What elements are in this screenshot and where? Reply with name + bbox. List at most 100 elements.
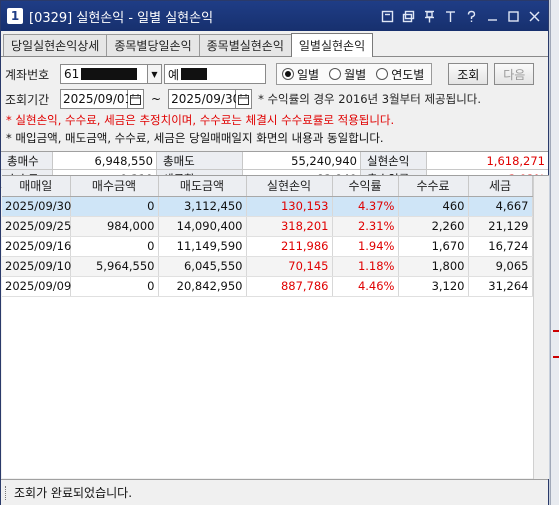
cell-sell-amount: 20,842,950 (158, 276, 247, 297)
tab-daily-realized[interactable]: 일별실현손익 (290, 33, 374, 57)
cell-buy-amount: 984,000 (70, 216, 159, 237)
cell-buy-amount: 0 (70, 236, 159, 257)
summary-row: 총매수 6,948,550 총매도 55,240,940 실현손익 1,618,… (1, 152, 548, 170)
account-row: 계좌번호 61 ▼ 예 일별 월별 연도별 조회 다음 (1, 61, 548, 87)
estimate-warning: * 실현손익, 수수료, 세금은 추정치이며, 수수료는 체결시 수수료률로 적… (6, 113, 395, 127)
total-buy-label: 총매수 (1, 152, 53, 169)
cell-fee: 2,260 (398, 216, 469, 237)
total-sell-label: 총매도 (157, 152, 243, 169)
end-calendar-icon[interactable] (236, 89, 253, 109)
realized-profit-value: 1,618,271 (427, 152, 548, 169)
account-number-value: 61 (64, 67, 80, 81)
header-trade-date[interactable]: 매매일 (2, 176, 71, 197)
period-row: 조회기간 2025/09/01 ~ 2025/09/30 * 수익률의 경우 2… (1, 87, 548, 111)
query-button[interactable]: 조회 (448, 63, 489, 85)
total-sell-value: 55,240,940 (243, 152, 361, 169)
window-title: [0329] 실현손익 - 일별 실현손익 (29, 10, 214, 26)
cell-fee: 1,670 (398, 236, 469, 257)
header-return-rate[interactable]: 수익률 (332, 176, 399, 197)
next-button[interactable]: 다음 (494, 63, 535, 85)
pin-icon[interactable] (421, 8, 437, 24)
cell-tax: 31,264 (468, 276, 533, 297)
background-window-edge (550, 0, 559, 505)
cell-trade-date: 2025/09/09 (2, 276, 71, 297)
table-row[interactable]: 2025/09/16 0 11,149,590 211,986 1.94% 1,… (2, 236, 533, 257)
cell-sell-amount: 3,112,450 (158, 196, 247, 217)
cell-tax: 21,129 (468, 216, 533, 237)
cell-return-rate: 4.37% (332, 196, 399, 217)
cell-realized-profit: 318,201 (246, 216, 333, 237)
redacted-name-mark (181, 68, 208, 80)
title-bar[interactable]: 1 [0329] 실현손익 - 일별 실현손익 (1, 1, 548, 31)
cell-fee: 3,120 (398, 276, 469, 297)
radio-daily-label: 일별 (297, 67, 320, 82)
source-note: * 매입금액, 매도금액, 수수료, 세금은 당일매매일지 화면의 내용과 동일… (6, 131, 384, 145)
minimize-icon[interactable] (484, 8, 500, 24)
period-label: 조회기간 (5, 92, 50, 107)
period-type-group: 일별 월별 연도별 (276, 63, 433, 85)
cell-tax: 4,667 (468, 196, 533, 217)
tab-stock-realized[interactable]: 종목별실현손익 (198, 34, 292, 56)
close-icon[interactable] (526, 8, 542, 24)
cell-trade-date: 2025/09/30 (2, 196, 71, 217)
header-realized-profit[interactable]: 실현손익 (246, 176, 333, 197)
account-name-field: 예 (164, 64, 266, 84)
radio-monthly[interactable]: 월별 (329, 66, 366, 83)
cascade-icon[interactable] (400, 8, 416, 24)
realized-profit-window: 1 [0329] 실현손익 - 일별 실현손익 당일실현손익상세 종목별당일손익… (0, 0, 549, 505)
tab-stock-daily[interactable]: 종목별당일손익 (106, 34, 200, 56)
cell-realized-profit: 211,986 (246, 236, 333, 257)
table-row[interactable]: 2025/09/30 0 3,112,450 130,153 4.37% 460… (2, 196, 533, 217)
screen-number-icon: 1 (7, 8, 23, 24)
cell-return-rate: 1.18% (332, 256, 399, 277)
cell-sell-amount: 6,045,550 (158, 256, 247, 277)
date-range-tilde: ~ (151, 92, 162, 106)
cell-sell-amount: 14,090,400 (158, 216, 247, 237)
header-fee[interactable]: 수수료 (398, 176, 469, 197)
header-tax[interactable]: 세금 (468, 176, 533, 197)
header-buy-amount[interactable]: 매수금액 (70, 176, 159, 197)
end-date-field[interactable]: 2025/09/30 (168, 89, 240, 109)
header-sell-amount[interactable]: 매도금액 (158, 176, 247, 197)
cell-buy-amount: 0 (70, 276, 159, 297)
cell-trade-date: 2025/09/10 (2, 256, 71, 277)
cell-return-rate: 1.94% (332, 236, 399, 257)
restore-icon[interactable] (379, 8, 395, 24)
realized-profit-label: 실현손익 (361, 152, 427, 169)
start-calendar-icon[interactable] (128, 89, 144, 109)
redacted-account-mark (81, 68, 138, 80)
tab-daily-detail[interactable]: 당일실현손익상세 (3, 34, 108, 56)
font-size-icon[interactable] (442, 8, 458, 24)
radio-daily[interactable]: 일별 (282, 66, 319, 83)
cell-fee: 460 (398, 196, 469, 217)
cell-tax: 16,724 (468, 236, 533, 257)
status-message: 조회가 완료되었습니다. (14, 486, 133, 500)
table-row[interactable]: 2025/09/10 5,964,550 6,045,550 70,145 1.… (2, 256, 533, 277)
radio-yearly-label: 연도별 (391, 67, 425, 82)
table-row[interactable]: 2025/09/09 0 20,842,950 887,786 4.46% 3,… (2, 276, 533, 297)
cell-buy-amount: 0 (70, 196, 159, 217)
cell-return-rate: 2.31% (332, 216, 399, 237)
cell-realized-profit: 70,145 (246, 256, 333, 277)
daily-profit-table: 매매일 매수금액 매도금액 실현손익 수익률 수수료 세금 2025/09/30… (2, 176, 533, 297)
maximize-icon[interactable] (505, 8, 521, 24)
cell-realized-profit: 887,786 (246, 276, 333, 297)
start-date-field[interactable]: 2025/09/01 (60, 89, 132, 109)
help-icon[interactable] (463, 8, 479, 24)
cell-sell-amount: 11,149,590 (158, 236, 247, 257)
cell-trade-date: 2025/09/16 (2, 236, 71, 257)
table-header-row: 매매일 매수금액 매도금액 실현손익 수익률 수수료 세금 (2, 176, 533, 197)
background-red-mark (553, 356, 559, 358)
table-row[interactable]: 2025/09/25 984,000 14,090,400 318,201 2.… (2, 216, 533, 237)
radio-yearly[interactable]: 연도별 (376, 66, 424, 83)
radio-monthly-label: 월별 (344, 67, 367, 82)
cell-buy-amount: 5,964,550 (70, 256, 159, 277)
total-buy-value: 6,948,550 (53, 152, 157, 169)
account-dropdown-button[interactable]: ▼ (148, 64, 162, 84)
cell-realized-profit: 130,153 (246, 196, 333, 217)
cell-fee: 1,800 (398, 256, 469, 277)
cell-return-rate: 4.46% (332, 276, 399, 297)
account-number-field[interactable]: 61 (60, 64, 148, 84)
table-vertical-scrollbar[interactable] (533, 176, 549, 479)
account-label: 계좌번호 (5, 67, 50, 82)
